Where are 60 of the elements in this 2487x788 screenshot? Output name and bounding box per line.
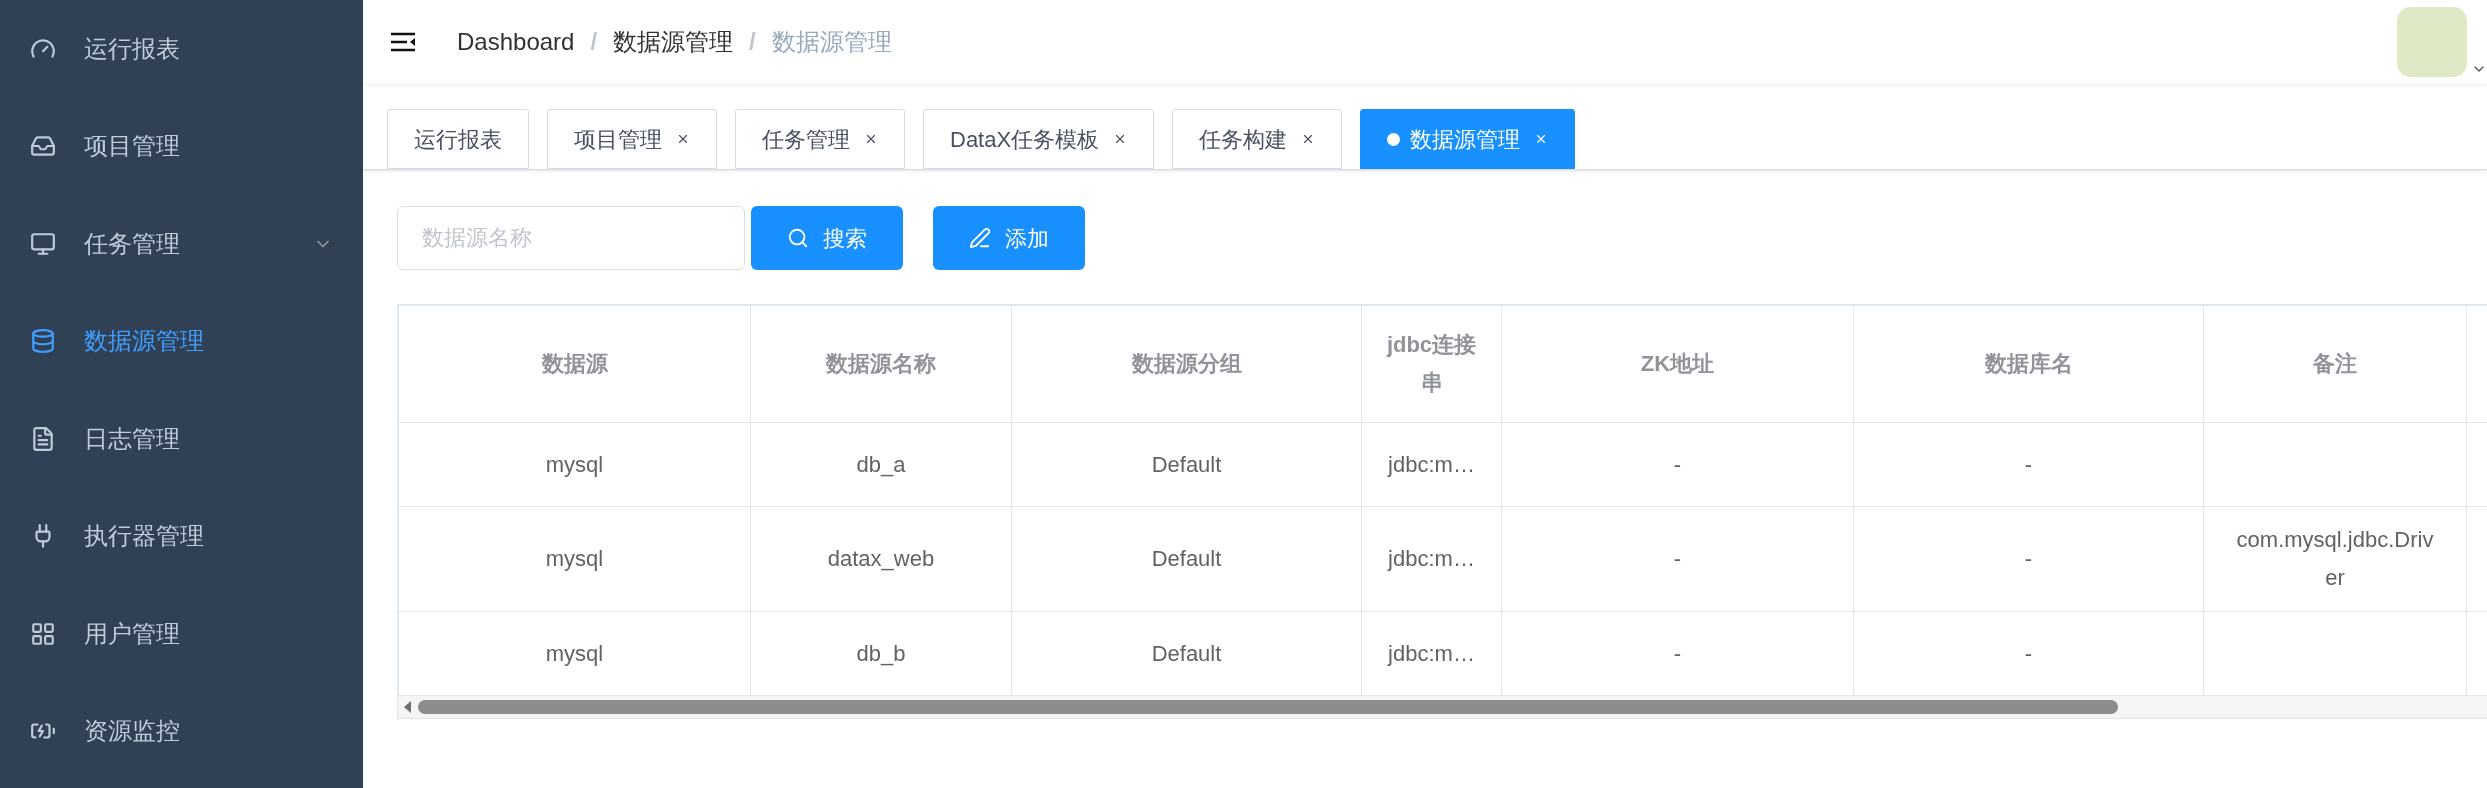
sidebar-item[interactable]: 运行报表 [0, 0, 363, 98]
table-cell: db_b [856, 640, 906, 666]
table-cell: jdbc:m… [1388, 451, 1475, 477]
sidebar-item[interactable]: 日志管理 [0, 390, 363, 488]
sidebar-item[interactable]: 项目管理 [0, 97, 363, 195]
sidebar-item[interactable]: 任务管理 [0, 195, 363, 293]
column-header: 数据源 [398, 305, 751, 423]
sidebar-item[interactable]: 资源监控 [0, 682, 363, 780]
breadcrumb-separator: / [749, 27, 756, 57]
table-cell: - [1673, 640, 1682, 666]
search-icon [787, 227, 809, 249]
column-header: 数据源名称 [750, 305, 1012, 423]
table-cell: - [1673, 546, 1682, 571]
close-icon[interactable] [676, 132, 690, 146]
table-cell: - [1673, 451, 1682, 477]
table-cell: Default [1151, 640, 1222, 666]
menu-fold-icon[interactable] [389, 30, 417, 54]
breadcrumb-item: 数据源管理 [771, 27, 892, 57]
search-field[interactable]: 数据源名称 [397, 206, 745, 270]
scrollbar-thumb[interactable] [418, 700, 2118, 714]
monitor-icon [30, 230, 56, 257]
breadcrumb-separator: / [590, 27, 598, 57]
table-cell: com.mysql.jdbc.Driver [2236, 527, 2434, 590]
table-cell: Default [1151, 451, 1222, 477]
column-header: ZK地址 [1501, 305, 1854, 423]
tag-tab[interactable]: 数据源管理 [1360, 109, 1576, 169]
database-icon [30, 328, 56, 355]
column-header: 数据库名 [1853, 305, 2204, 423]
column-header: jdbc连接串 [1361, 305, 1502, 423]
sidebar-item[interactable]: 用户管理 [0, 585, 363, 683]
table-cell: mysql [545, 546, 604, 571]
table-cell: jdbc:m… [1388, 640, 1475, 666]
tag-tab[interactable]: 任务管理 [735, 109, 905, 169]
grid-icon [30, 620, 56, 647]
table-cell: mysql [545, 640, 604, 666]
close-icon[interactable] [864, 132, 878, 146]
breadcrumb-item[interactable]: 数据源管理 [613, 24, 734, 60]
table-cell: - [2024, 640, 2033, 666]
table-cell: - [2024, 546, 2033, 571]
table-cell: mysql [545, 451, 604, 477]
table-cell: datax_web [827, 546, 935, 571]
tag-tab[interactable]: 任务构建 [1172, 109, 1343, 169]
tag-tab[interactable]: DataX任务模板 [923, 109, 1155, 169]
add-button[interactable]: 添加 [933, 206, 1085, 270]
search-button[interactable]: 搜索 [751, 206, 903, 270]
tag-tab[interactable]: 项目管理 [547, 109, 717, 169]
table-cell: jdbc:m… [1388, 546, 1475, 571]
table-cell: Default [1151, 546, 1222, 571]
document-icon [30, 425, 56, 452]
breadcrumb-item[interactable]: Dashboard [457, 24, 575, 60]
sidebar-item[interactable]: 执行器管理 [0, 487, 363, 585]
column-header: 备注 [2203, 305, 2467, 423]
sidebar-item[interactable]: 数据源管理 [0, 292, 363, 390]
horizontal-scrollbar[interactable] [398, 696, 2487, 718]
tag-tab[interactable]: 运行报表 [387, 109, 529, 169]
table-cell: db_a [856, 451, 906, 477]
table-cell: - [2024, 451, 2033, 477]
pencil-icon [969, 227, 991, 249]
column-header: 数据源分组 [1011, 305, 1362, 423]
scroll-left-icon[interactable] [402, 700, 412, 714]
